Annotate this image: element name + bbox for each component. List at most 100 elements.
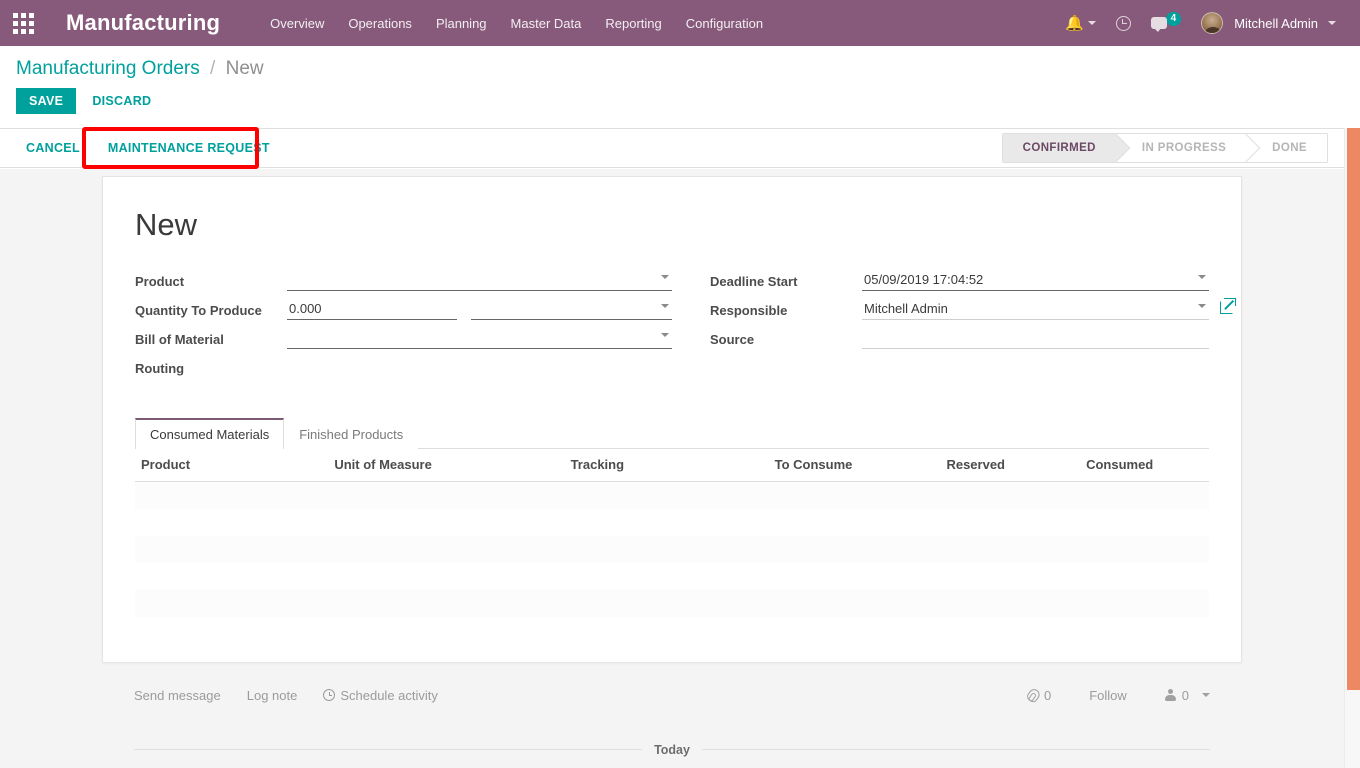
table-row: [135, 562, 1209, 590]
clock-menu-button[interactable]: [1106, 12, 1141, 35]
field-label-quantity-to-produce: Quantity To Produce: [135, 303, 262, 318]
unit-of-measure-input[interactable]: [471, 297, 672, 320]
schedule-activity-button[interactable]: Schedule activity: [323, 688, 438, 703]
field-row-responsible: Responsible: [710, 297, 1236, 326]
chevron-down-icon[interactable]: [1198, 275, 1206, 279]
external-link-icon[interactable]: [1220, 298, 1236, 314]
chevron-down-icon[interactable]: [661, 304, 669, 308]
tab-finished-products[interactable]: Finished Products: [284, 418, 419, 449]
chatter-topbar: Send message Log note Schedule activity …: [134, 673, 1210, 719]
control-panel: Manufacturing Orders / New SAVE DISCARD: [0, 46, 1360, 124]
log-note-button[interactable]: Log note: [247, 688, 298, 703]
log-note-label: Log note: [246, 687, 298, 703]
table-body: [135, 481, 1209, 644]
vertical-scrollbar-thumb[interactable]: [1347, 128, 1360, 690]
maintenance-request-button[interactable]: MAINTENANCE REQUEST: [97, 134, 280, 162]
field-wrap-bill-of-material: [287, 326, 672, 349]
field-row-source: Source: [710, 326, 1209, 355]
table-row: [135, 589, 1209, 617]
save-button[interactable]: SAVE: [16, 88, 77, 114]
apps-grid-icon: [12, 12, 34, 34]
chevron-down-icon[interactable]: [661, 275, 669, 279]
field-label-bill-of-material: Bill of Material: [135, 332, 224, 347]
field-label-source: Source: [710, 332, 755, 347]
breadcrumb-separator: /: [210, 58, 216, 79]
followers-button[interactable]: 0: [1165, 688, 1210, 703]
table-row: [135, 535, 1209, 563]
field-row-bill-of-material: Bill of Material: [135, 326, 672, 355]
app-brand-title[interactable]: Manufacturing: [66, 10, 220, 36]
discard-button[interactable]: DISCARD: [90, 88, 153, 114]
chatter-right-tools: 0 Follow 0: [1025, 686, 1210, 704]
chevron-down-icon[interactable]: [1198, 304, 1206, 308]
avatar: [1201, 12, 1224, 34]
field-wrap-deadline-start: [862, 268, 1209, 291]
field-label-responsible: Responsible: [710, 303, 788, 318]
user-menu-button[interactable]: Mitchell Admin: [1191, 8, 1346, 38]
navbar-systray: 🔔 4 Mitchell Admin: [1055, 8, 1360, 38]
product-input[interactable]: [287, 268, 672, 291]
menu-item-configuration[interactable]: Configuration: [674, 10, 775, 37]
messaging-menu-button[interactable]: 4: [1141, 11, 1192, 33]
table-row: [135, 616, 1209, 644]
table-row: [135, 508, 1209, 536]
separator-line-left: [134, 749, 643, 750]
status-stage-confirmed[interactable]: CONFIRMED: [1002, 134, 1116, 162]
form-statusbar-row: CANCEL MAINTENANCE REQUEST CONFIRMED IN …: [0, 128, 1344, 168]
form-column-left: Product Quantity To Produce 0.000 Bill o…: [135, 268, 672, 384]
message-counter-badge: 4: [1165, 11, 1182, 26]
notebook: Consumed Materials Finished Products Pro…: [135, 418, 1209, 644]
menu-item-operations[interactable]: Operations: [336, 10, 424, 37]
status-stage-in-progress[interactable]: IN PROGRESS: [1115, 134, 1247, 162]
column-header-product[interactable]: Product: [135, 449, 329, 482]
send-message-label: Send message: [134, 687, 221, 703]
breadcrumb: Manufacturing Orders / New: [0, 46, 1360, 80]
attachment-count: 0: [1043, 687, 1052, 703]
menu-item-planning[interactable]: Planning: [424, 10, 499, 37]
apps-menu-button[interactable]: [0, 0, 46, 46]
clock-icon: [1115, 15, 1131, 31]
field-row-deadline-start: Deadline Start: [710, 268, 1209, 297]
field-wrap-responsible: [862, 297, 1236, 320]
bill-of-material-input[interactable]: [287, 326, 672, 349]
separator-line-right: [701, 749, 1211, 750]
form-column-right: Deadline Start Responsible Source: [672, 268, 1236, 384]
main-menu: Overview Operations Planning Master Data…: [258, 10, 775, 37]
cancel-button[interactable]: CANCEL: [16, 134, 90, 162]
chevron-down-icon: [1328, 21, 1336, 25]
activities-menu-button[interactable]: 🔔: [1055, 12, 1106, 35]
chevron-down-icon[interactable]: [1202, 693, 1210, 697]
menu-item-master-data[interactable]: Master Data: [499, 10, 594, 37]
send-message-button[interactable]: Send message: [134, 688, 221, 703]
chevron-down-icon[interactable]: [661, 333, 669, 337]
column-header-consumed[interactable]: Consumed: [1080, 449, 1209, 482]
breadcrumb-root-link[interactable]: Manufacturing Orders: [16, 58, 200, 79]
vertical-scrollbar[interactable]: [1344, 128, 1360, 768]
follow-button[interactable]: Follow: [1089, 688, 1127, 703]
responsible-input[interactable]: [862, 297, 1209, 320]
table-row: [135, 481, 1209, 509]
form-fields-grid: Product Quantity To Produce 0.000 Bill o…: [135, 268, 1236, 384]
menu-item-overview[interactable]: Overview: [258, 10, 336, 37]
consumed-materials-table: Product Unit of Measure Tracking To Cons…: [135, 449, 1209, 644]
column-header-unit-of-measure[interactable]: Unit of Measure: [328, 449, 565, 482]
attachments-button[interactable]: 0: [1025, 686, 1052, 704]
tab-consumed-materials[interactable]: Consumed Materials: [135, 418, 285, 449]
source-input[interactable]: [862, 326, 1209, 349]
clock-icon: [323, 689, 336, 701]
field-wrap-product: [287, 268, 672, 291]
followers-count: 0: [1181, 687, 1189, 703]
column-header-to-consume[interactable]: To Consume: [768, 449, 941, 482]
field-label-routing: Routing: [135, 361, 185, 376]
column-header-reserved[interactable]: Reserved: [940, 449, 1081, 482]
field-row-product: Product: [135, 268, 672, 297]
form-scroll-area: New Product Quantity To Produce 0.000 Bi…: [0, 169, 1344, 768]
menu-item-reporting[interactable]: Reporting: [593, 10, 673, 37]
schedule-activity-label: Schedule activity: [340, 687, 438, 703]
column-header-tracking[interactable]: Tracking: [564, 449, 769, 482]
quantity-to-produce-input[interactable]: [287, 297, 457, 320]
statusbar-action-buttons: CANCEL MAINTENANCE REQUEST: [0, 134, 280, 162]
date-separator-label: Today: [654, 742, 690, 757]
deadline-start-input[interactable]: [862, 268, 1209, 291]
table-header-row: Product Unit of Measure Tracking To Cons…: [135, 449, 1209, 482]
